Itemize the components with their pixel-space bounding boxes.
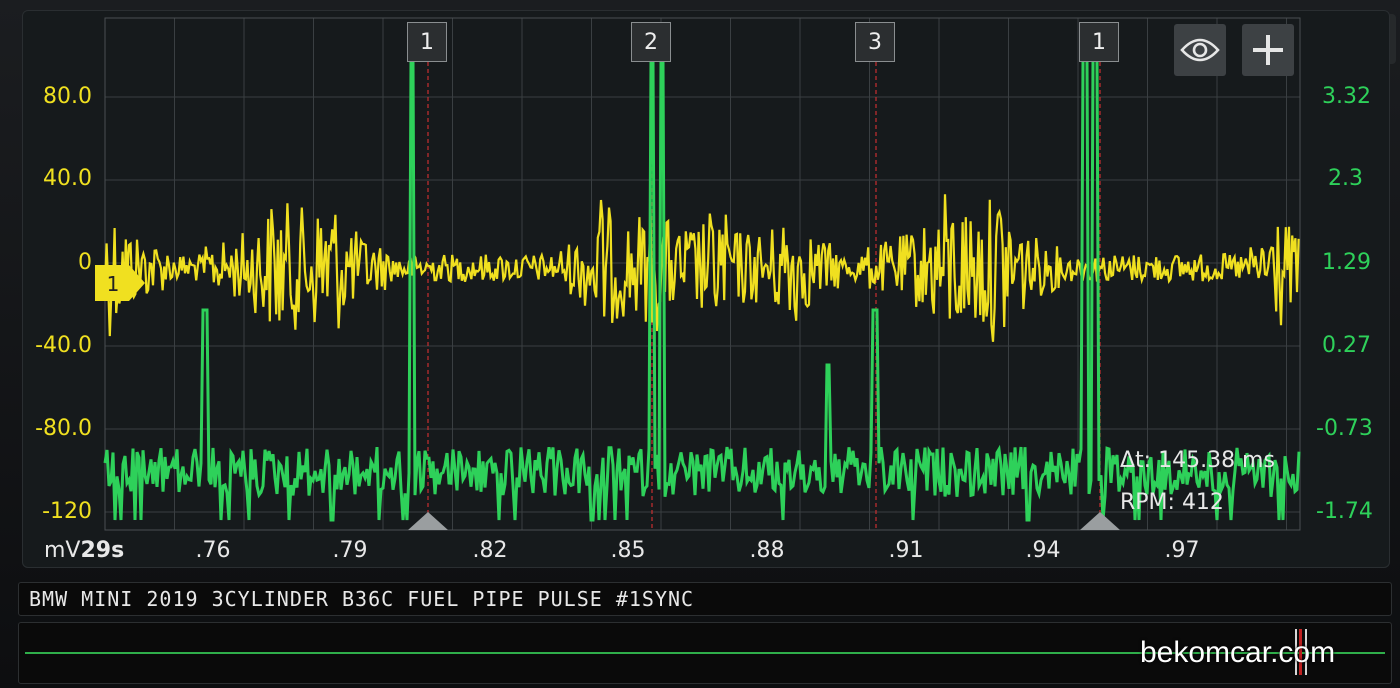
- x-axis-tick: .94: [1025, 538, 1061, 563]
- channel-marker-label: 1: [106, 272, 120, 296]
- right-axis-tick: 0.27: [1322, 333, 1371, 358]
- channel-1-marker[interactable]: 1: [95, 265, 145, 301]
- left-axis-tick: 40.0: [43, 166, 92, 191]
- left-axis-tick: 80.0: [43, 84, 92, 109]
- left-axis-tick: -120: [42, 499, 92, 524]
- left-axis-tick: 0: [78, 250, 92, 275]
- x-axis-tick: .88: [749, 538, 785, 563]
- visibility-button[interactable]: [1174, 24, 1226, 76]
- left-unit-label: mV: [44, 538, 81, 563]
- cursor-triangle: [408, 512, 448, 530]
- cursor-tag-1b[interactable]: 1: [1079, 22, 1119, 62]
- left-axis-tick: -40.0: [35, 333, 92, 358]
- add-button[interactable]: [1242, 24, 1294, 76]
- delta-t-readout: Δt: 145.38 ms: [1120, 448, 1275, 473]
- x-axis-tick: .85: [610, 538, 646, 563]
- cursor-triangle: [1080, 512, 1120, 530]
- x-axis-tick: .79: [332, 538, 368, 563]
- x-axis-tick: .91: [888, 538, 924, 563]
- time-base-label: 29s: [80, 538, 125, 563]
- cursor-tag-2[interactable]: 2: [631, 22, 671, 62]
- watermark: bekomcar.com: [1140, 636, 1336, 669]
- right-axis-tick: -1.74: [1316, 499, 1373, 524]
- right-axis-tick: 1.29: [1322, 250, 1371, 275]
- cursor-tag-3[interactable]: 3: [855, 22, 895, 62]
- left-axis-tick: -80.0: [35, 416, 92, 441]
- axis-units: mV29s: [44, 538, 124, 563]
- channel-a-trace: [103, 194, 1300, 342]
- plus-icon: [1253, 35, 1283, 65]
- x-axis-tick: .76: [195, 538, 231, 563]
- x-axis-tick: .82: [472, 538, 508, 563]
- waveform-title-bar: BMW MINI 2019 3CYLINDER B36C FUEL PIPE P…: [18, 582, 1392, 616]
- eye-icon: [1180, 38, 1220, 62]
- right-axis-tick: -0.73: [1316, 416, 1373, 441]
- cursor-tag-1[interactable]: 1: [407, 22, 447, 62]
- app-frame: 80.0 40.0 0 -40.0 -80.0 -120 3.32 2.3 1.…: [0, 0, 1400, 688]
- right-axis-tick: 2.3: [1328, 166, 1363, 191]
- right-axis-tick: 3.32: [1322, 84, 1371, 109]
- x-axis-tick: .97: [1164, 538, 1200, 563]
- rpm-readout: RPM: 412: [1120, 490, 1224, 515]
- waveform-title: BMW MINI 2019 3CYLINDER B36C FUEL PIPE P…: [29, 587, 695, 611]
